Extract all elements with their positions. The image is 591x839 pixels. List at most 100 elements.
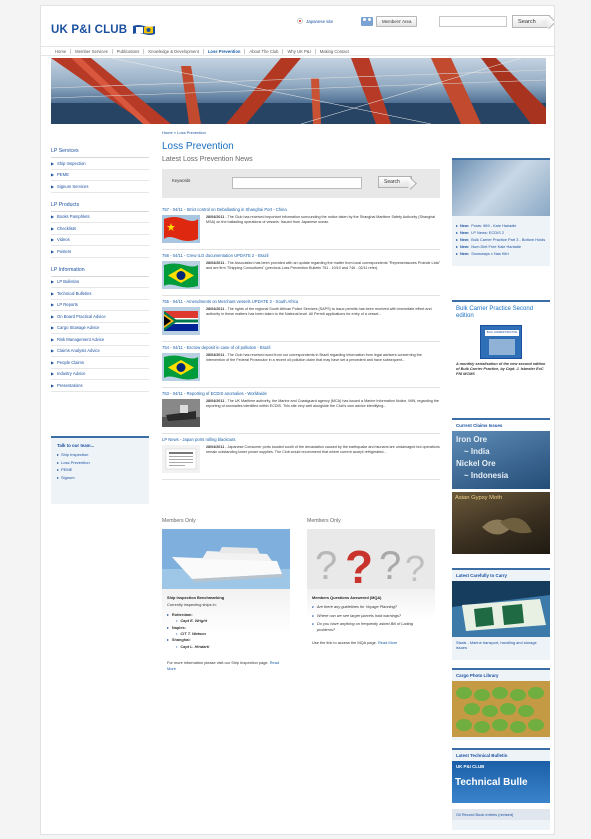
- nav-item-publications[interactable]: Publications: [113, 48, 145, 54]
- nav-item-about-the-club[interactable]: About The Club: [245, 48, 284, 54]
- asian-gypsy-moth-image[interactable]: Asian Gypsy Moth: [452, 492, 550, 554]
- cargo-ship-image[interactable]: [452, 581, 550, 637]
- japan-flag-icon: [297, 18, 303, 24]
- sidebar-item-people-claims[interactable]: ▶ People Claims: [51, 357, 149, 369]
- sidebar-item-checklists[interactable]: ▶ Checklists: [51, 223, 149, 235]
- new-item-link[interactable]: ▸ New: LP News: ECDIS 2: [452, 229, 550, 236]
- japanese-site-link[interactable]: Japanese site: [297, 18, 333, 24]
- page: UK P&I CLUB Japanese site Members' Area …: [40, 5, 555, 835]
- flag-thumbnail[interactable]: [162, 215, 200, 243]
- logo-text: UK P&I CLUB: [51, 24, 128, 36]
- location-name: Naples:: [171, 624, 186, 630]
- new-item-link[interactable]: ▸ New: Nom Diet Free Kale Hariadie: [452, 243, 550, 250]
- tech-bulletin-image[interactable]: UK P&I CLUB Technical Bulle: [452, 761, 550, 803]
- sidebar-item-cargo-stowage-advice[interactable]: ▶ Cargo Stowage Advice: [51, 323, 149, 334]
- inspector-name: • Capt L. Hindarti: [167, 644, 285, 650]
- new-item-link[interactable]: ▸ New: Bulk Carrier Practice Part 3 - Bott…: [452, 236, 550, 243]
- nav-item-making-contact[interactable]: Making Contact: [316, 49, 353, 54]
- sidebar-item-claims-analysis-advice[interactable]: ▶ Claims Analysis Advice: [51, 346, 149, 357]
- members-area-button[interactable]: Members' Area: [376, 16, 418, 27]
- news-headline-link[interactable]: 755 - 04/11 - Amendments on Merchant ves…: [162, 299, 440, 304]
- sidebar-item-videos[interactable]: ▶ Videos: [51, 235, 149, 246]
- news-headline-link[interactable]: 757 - 04/11 - Strict control on Deballas…: [162, 207, 440, 212]
- mqa-question-link[interactable]: ▸ Are there any guidelines for Voyage Pla…: [312, 604, 430, 610]
- news-text: - The Club has received important inform…: [206, 215, 436, 224]
- bulk-carrier-title[interactable]: Bulk Carrier Practice Second edition: [452, 302, 550, 320]
- flag-thumbnail[interactable]: [162, 261, 200, 289]
- news-headline-link[interactable]: 754 - 04/11 - Escrow deposit in case of …: [162, 345, 440, 350]
- sidebar-item-posters[interactable]: ▶ Posters: [51, 246, 149, 258]
- talk-item-label: PEME: [61, 467, 73, 472]
- tech-bulletin-link[interactable]: Oil Record Book entries (revised): [452, 809, 550, 820]
- ship-inspection-card: Ship Inspection Benchmarking Currently i…: [162, 589, 290, 678]
- read-more-link[interactable]: Read More: [378, 640, 397, 645]
- carefully-text[interactable]: Sisals - Marine transport, handling and …: [452, 637, 550, 651]
- news-date: 28/04/2011: [206, 445, 225, 449]
- talk-item[interactable]: ▸ PEME: [57, 467, 143, 472]
- mqa-question-link[interactable]: ▸ Do you have anything on frequently aske…: [312, 621, 430, 632]
- talk-item-label: Loss Prevention: [61, 459, 90, 465]
- new-tag: New:: [459, 223, 470, 228]
- sidebar-item-lp-bulletins[interactable]: ▶ LP Bulletins: [51, 277, 149, 288]
- sidebar-item-peme[interactable]: ▶ PEME: [51, 170, 149, 181]
- sidebar-item-presentations[interactable]: ▶ Presentations: [51, 380, 149, 392]
- newspaper-thumbnail[interactable]: [162, 445, 200, 473]
- iron-ore-image[interactable]: Iron Ore ~ India Nickel Ore ~ Indonesia: [452, 431, 550, 489]
- nav-item-home[interactable]: Home: [51, 48, 72, 54]
- mqa-question-link[interactable]: ▸ Where can we see larger parcels hold wa…: [312, 613, 430, 619]
- nav-item-knowledge-development[interactable]: Knowledge & Development: [144, 48, 204, 54]
- feature-image: [452, 160, 550, 216]
- search-input[interactable]: [439, 16, 507, 27]
- nav-item-loss-prevention[interactable]: Loss Prevention: [204, 48, 246, 54]
- news-headline-link[interactable]: LP News - Japan ports rolling blackouts: [162, 437, 440, 442]
- bulk-carrier-book[interactable]: BULK CARRIER PRACTICE: [480, 325, 522, 359]
- claims-image-text: ~ Indonesia: [464, 471, 509, 480]
- sidebar-item-industry-advice[interactable]: ▶ Industry Advice: [51, 369, 149, 380]
- nav-item-why-uk-p-i[interactable]: Why UK P&I: [283, 48, 316, 54]
- breadcrumb[interactable]: Home » Loss Prevention: [162, 130, 447, 135]
- sidebar-item-lp-reports[interactable]: ▶ LP Reports: [51, 300, 149, 311]
- bullet-icon: ▸: [57, 459, 60, 465]
- svg-text:?: ?: [405, 548, 425, 589]
- bullet-icon: ▸: [312, 605, 314, 610]
- ship-thumbnail[interactable]: [162, 399, 200, 427]
- sidebar-item-label: Claims Analysis Advice: [57, 348, 100, 354]
- cargo-photo-image[interactable]: [452, 681, 550, 737]
- location-name: Rotterdam:: [171, 611, 193, 617]
- keywords-search-button[interactable]: Search: [378, 176, 412, 188]
- moth-icon: [482, 517, 532, 535]
- site-logo[interactable]: UK P&I CLUB: [51, 24, 156, 36]
- sidebar-item-books-pamphlets[interactable]: ▶ Books Pamphlets: [51, 212, 149, 223]
- sidebar-item-risk-management-advice[interactable]: ▶ Risk Management Advice: [51, 334, 149, 346]
- sidebar-item-signum-services[interactable]: ▶ Signum Services: [51, 181, 149, 193]
- sidebar-item-ship-inspection[interactable]: ▶ Ship Inspection: [51, 158, 149, 170]
- sidebar-item-technical-bulletins[interactable]: ▶ Technical Bulletins: [51, 288, 149, 300]
- news-summary: 28/04/2011 - The Club has received impor…: [206, 215, 440, 243]
- sidebar-item-label: Technical Bulletins: [57, 290, 92, 296]
- talk-item[interactable]: ▸ Loss Prevention: [57, 460, 143, 465]
- bullet-icon: ▸: [456, 230, 458, 235]
- question-text: Do you have anything on frequently asked…: [316, 621, 413, 632]
- crane-photo: [51, 58, 546, 124]
- flag-thumbnail[interactable]: [162, 353, 200, 381]
- new-tag: New:: [459, 244, 470, 249]
- inspector-label: Capt L. Hindarti: [180, 643, 210, 649]
- nav-item-member-services[interactable]: Member Services: [71, 48, 113, 54]
- news-headline-link[interactable]: 753 - 04/11 - Reporting of ECDIS anomali…: [162, 391, 440, 396]
- new-item-link[interactable]: ▸ New: Posts: 969 - Kale Hariadie: [452, 222, 550, 229]
- bullet-icon: ▸: [167, 612, 169, 617]
- bullet-icon: ▸: [312, 622, 314, 627]
- flag-thumbnail[interactable]: [162, 307, 200, 335]
- talk-title: Talk to our team...: [57, 443, 95, 448]
- new-item-link[interactable]: ▸ New: Snowways v Nas Kitri: [452, 250, 550, 257]
- sidebar-item-on-board-practical-advice[interactable]: ▶ On Board Practical Advice: [51, 311, 149, 323]
- search-button[interactable]: Search: [512, 15, 550, 28]
- talk-item[interactable]: ▸ Ship Inspection: [57, 452, 143, 457]
- sidebar-item-label: People Claims: [57, 359, 84, 365]
- news-headline-link[interactable]: 756 - 04/11 - Crew ILO documentation UPD…: [162, 253, 440, 258]
- claims-image-text: ~ India: [464, 447, 490, 456]
- news-date: 28/04/2011: [206, 353, 225, 357]
- keywords-input[interactable]: [232, 177, 362, 189]
- sidebar-item-label: On Board Practical Advice: [57, 313, 106, 319]
- talk-item[interactable]: ▸ Signum: [57, 475, 143, 480]
